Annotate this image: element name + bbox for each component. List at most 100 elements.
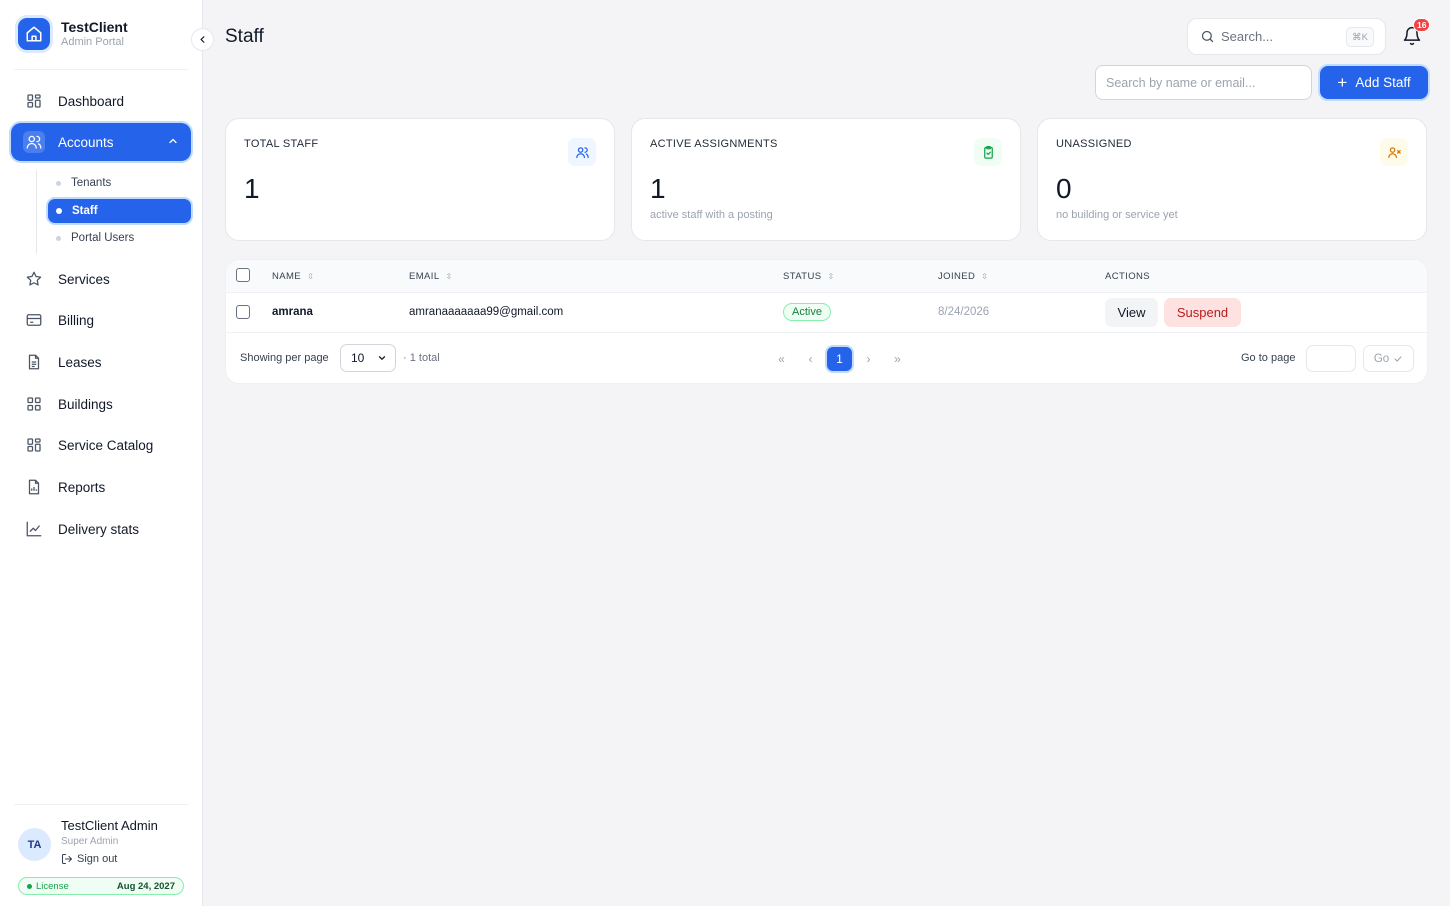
- grid-icon: [23, 393, 45, 415]
- view-button[interactable]: View: [1105, 298, 1158, 327]
- sign-out-label: Sign out: [77, 853, 118, 865]
- stat-label: UNASSIGNED: [1056, 138, 1132, 150]
- column-header-joined[interactable]: JOINED ⇳: [938, 271, 988, 282]
- column-label: JOINED: [938, 271, 976, 282]
- sidebar-subitem-tenants[interactable]: Tenants: [48, 171, 191, 195]
- select-all-checkbox[interactable]: [236, 268, 250, 282]
- column-label: NAME: [272, 271, 302, 282]
- status-badge: Active: [783, 303, 831, 321]
- prev-page-button[interactable]: ‹: [798, 347, 823, 371]
- per-page-label: Showing per page: [240, 352, 329, 364]
- stat-value: 1: [650, 173, 666, 204]
- sidebar: TestClient Admin Portal Dashboard Accoun…: [0, 0, 203, 906]
- sidebar-item-accounts[interactable]: Accounts: [11, 123, 191, 161]
- search-icon: [1201, 30, 1214, 43]
- goto-label: Go to page: [1241, 352, 1296, 364]
- global-search[interactable]: Search... ⌘K: [1187, 18, 1386, 55]
- user-role: Super Admin: [61, 836, 119, 847]
- sort-icon: ⇳: [981, 272, 989, 281]
- clipboard-check-icon: [974, 138, 1002, 166]
- sidebar-item-leases[interactable]: Leases: [11, 343, 191, 381]
- bullet: [56, 180, 61, 186]
- stat-value: 1: [244, 173, 260, 204]
- sort-icon: ⇳: [307, 272, 315, 281]
- collapse-sidebar-button[interactable]: [191, 28, 214, 51]
- bullet: [56, 208, 62, 214]
- last-page-button[interactable]: »: [885, 347, 910, 371]
- column-label: EMAIL: [409, 271, 440, 282]
- suspend-button[interactable]: Suspend: [1164, 298, 1241, 327]
- sidebar-item-delivery-stats[interactable]: Delivery stats: [11, 510, 191, 548]
- sidebar-item-label: Billing: [58, 312, 95, 328]
- sidebar-item-label: Service Catalog: [58, 437, 154, 453]
- column-label: ACTIONS: [1105, 271, 1151, 282]
- subitem-label: Staff: [72, 205, 98, 217]
- divider: [14, 69, 188, 70]
- row-checkbox[interactable]: [236, 305, 250, 319]
- line-chart-icon: [23, 518, 45, 540]
- sidebar-item-buildings[interactable]: Buildings: [11, 385, 191, 423]
- column-header-email[interactable]: EMAIL ⇳: [409, 271, 453, 282]
- add-staff-button[interactable]: + Add Staff: [1320, 66, 1428, 99]
- go-label: Go: [1373, 352, 1390, 365]
- add-staff-label: Add Staff: [1355, 75, 1411, 90]
- chevrons-left-icon: «: [778, 352, 785, 366]
- license-date: Aug 24, 2027: [116, 880, 175, 892]
- report-icon: [23, 476, 45, 498]
- sidebar-item-label: Dashboard: [58, 93, 125, 109]
- stat-label: ACTIVE ASSIGNMENTS: [650, 138, 778, 150]
- sidebar-item-services[interactable]: Services: [11, 260, 191, 298]
- user-x-icon: [1380, 138, 1408, 166]
- column-header-status[interactable]: STATUS ⇳: [783, 271, 835, 282]
- license-badge: License Aug 24, 2027: [18, 877, 184, 895]
- home-icon: [18, 18, 50, 50]
- sidebar-item-reports[interactable]: Reports: [11, 468, 191, 506]
- per-page-value: 10: [351, 351, 365, 365]
- plus-icon: +: [1337, 73, 1348, 92]
- table-row[interactable]: amrana amranaaaaaaa99@gmail.com Active 8…: [226, 293, 1427, 333]
- sign-out-icon: [62, 854, 72, 864]
- cell-email: amranaaaaaaa99@gmail.com: [409, 306, 564, 318]
- cell-joined: 8/24/2026: [938, 306, 990, 318]
- sidebar-item-label: Buildings: [58, 396, 113, 412]
- credit-card-icon: [23, 309, 45, 331]
- column-label: STATUS: [783, 271, 822, 282]
- sidebar-item-service-catalog[interactable]: Service Catalog: [11, 426, 191, 464]
- shortcut-hint: ⌘K: [1346, 27, 1374, 47]
- sign-out-link[interactable]: Sign out: [61, 853, 117, 865]
- avatar[interactable]: TA: [18, 828, 51, 861]
- first-page-button[interactable]: «: [769, 347, 794, 371]
- staff-table: NAME ⇳ EMAIL ⇳ STATUS ⇳ JOINED ⇳ ACTIONS amr…: [225, 259, 1428, 384]
- stat-card-active-assignments: ACTIVE ASSIGNMENTS 1 active staff with a…: [631, 118, 1021, 241]
- column-header-actions: ACTIONS: [1105, 271, 1150, 282]
- sidebar-item-billing[interactable]: Billing: [11, 301, 191, 339]
- notification-count-badge: 16: [1413, 18, 1431, 32]
- page-button[interactable]: 1: [827, 347, 852, 371]
- stat-label: TOTAL STAFF: [244, 138, 319, 150]
- go-button[interactable]: Go: [1363, 345, 1414, 372]
- chevron-left-icon: [200, 36, 205, 43]
- page-title: Staff: [225, 26, 264, 47]
- status-dot: [27, 883, 32, 889]
- brand[interactable]: TestClient Admin Portal: [18, 18, 128, 50]
- brand-name: TestClient: [61, 19, 128, 35]
- sidebar-item-label: Accounts: [58, 134, 114, 150]
- sidebar-subitem-staff[interactable]: Staff: [48, 199, 191, 223]
- per-page-select[interactable]: 10: [340, 344, 396, 372]
- goto-page-input[interactable]: [1306, 345, 1356, 372]
- sidebar-item-label: Reports: [58, 479, 106, 495]
- sidebar-subitem-portal-users[interactable]: Portal Users: [48, 226, 191, 250]
- subitem-label: Portal Users: [71, 232, 135, 244]
- sidebar-item-dashboard[interactable]: Dashboard: [11, 82, 191, 120]
- grid-icon: [23, 434, 45, 456]
- sort-icon: ⇳: [827, 272, 835, 281]
- chevron-left-icon: ‹: [808, 352, 813, 366]
- next-page-button[interactable]: ›: [856, 347, 881, 371]
- total-count: · 1 total: [403, 352, 440, 364]
- star-icon: [23, 268, 45, 290]
- sort-icon: ⇳: [445, 272, 453, 281]
- stat-subtitle: no building or service yet: [1056, 209, 1178, 221]
- staff-search-input[interactable]: [1095, 65, 1312, 100]
- license-label: License: [36, 880, 69, 892]
- column-header-name[interactable]: NAME ⇳: [272, 271, 314, 282]
